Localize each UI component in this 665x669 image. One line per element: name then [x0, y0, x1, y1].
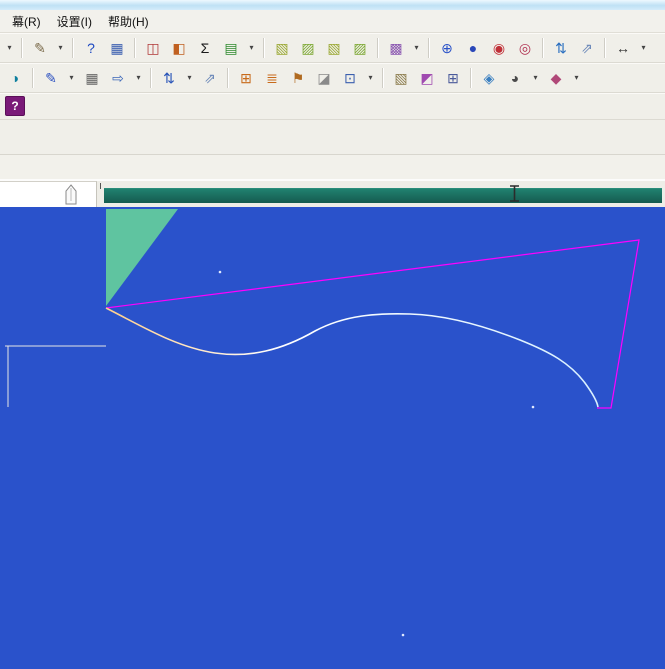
display-mode-dropdown[interactable]: ▾	[529, 66, 542, 90]
titlebar-sliver	[0, 0, 665, 10]
view-iso-icon[interactable]: ▧	[270, 36, 294, 60]
row-lines-icon[interactable]: ≣	[260, 66, 284, 90]
display-mode-icon[interactable]: ◕	[503, 66, 527, 90]
ruler-row	[0, 181, 665, 207]
view-side-icon[interactable]: ▧	[322, 36, 346, 60]
export-report-dropdown[interactable]: ▾	[245, 36, 258, 60]
menu-settings[interactable]: 设置(I)	[49, 10, 100, 33]
toolbar-row-2: ◑ ✎ ▾ ▦ ⇨ ▾ ⇅ ▾ ⇗ ⊞ ≣ ⚑ ◪ ⊡ ▾ ▧ ◩ ⊞ ◈ ◕ ▾ ◆ ▾	[0, 63, 665, 93]
render-shade-icon[interactable]: ◩	[415, 66, 439, 90]
format-brush-icon[interactable]: ✎	[28, 36, 52, 60]
toolbar-separator	[134, 37, 136, 58]
point-marker-3	[401, 633, 405, 637]
toolbar-separator	[150, 67, 152, 88]
snap-grid-icon[interactable]: ▦	[105, 36, 129, 60]
toolbar-separator	[227, 67, 229, 88]
toolbar-separator	[428, 37, 430, 58]
ruler-origin-tick	[100, 183, 101, 189]
shaded-sphere-icon[interactable]: ●	[461, 36, 485, 60]
context-help-icon[interactable]: ?	[79, 36, 103, 60]
move-diagonal-icon[interactable]: ⇗	[575, 36, 599, 60]
flag-marker-icon[interactable]: ⚑	[286, 66, 310, 90]
application-window: 幕(R) 设置(I) 帮助(H) ▾ ✎ ▾? ▦ ◫ ◧ Σ ▤ ▾ ▧ ▨ ▧ ▨ ▩ ▾ ⊕ ● ◉ ◎ ⇅ ⇗ ↔…	[0, 0, 665, 669]
fit-width-icon[interactable]: ↔	[611, 36, 635, 60]
toolbar-separator	[32, 67, 34, 88]
toolbar-separator	[21, 37, 23, 58]
sort-updown-dropdown[interactable]: ▾	[183, 66, 196, 90]
query-tool-icon[interactable]: ?	[5, 96, 25, 116]
menu-screen[interactable]: 幕(R)	[4, 10, 49, 33]
menubar: 幕(R) 设置(I) 帮助(H)	[0, 10, 665, 33]
draw-pen-dropdown[interactable]: ▾	[65, 66, 78, 90]
wireframe-globe-icon[interactable]: ⊕	[435, 36, 459, 60]
jump-diagonal-icon[interactable]: ⇗	[198, 66, 222, 90]
view-top-icon[interactable]: ▨	[348, 36, 372, 60]
drawing-canvas[interactable]	[0, 207, 665, 669]
sum-icon[interactable]: Σ	[193, 36, 217, 60]
canvas-background	[0, 207, 665, 669]
toolbar-separator	[382, 67, 384, 88]
toolbar-separator	[470, 67, 472, 88]
format-brush-dropdown[interactable]: ▾	[54, 36, 67, 60]
toolbar-overflow-dropdown[interactable]: ▾	[3, 36, 16, 60]
toolbar-row-3: ?	[0, 93, 665, 120]
material-sphere-icon[interactable]: ◉	[487, 36, 511, 60]
teal-band[interactable]	[104, 188, 662, 203]
send-to-dropdown[interactable]: ▾	[132, 66, 145, 90]
ruler[interactable]	[0, 181, 97, 207]
panel-strip	[0, 155, 665, 181]
solid-view-dropdown[interactable]: ▾	[410, 36, 423, 60]
histogram-icon[interactable]: ◫	[141, 36, 165, 60]
pane-grid-icon[interactable]: ⊞	[441, 66, 465, 90]
area-chart-icon[interactable]: ◧	[167, 36, 191, 60]
ink-bottle-icon[interactable]: ◆	[544, 66, 568, 90]
material-sphere-alt-icon[interactable]: ◎	[513, 36, 537, 60]
toolbar-separator	[72, 37, 74, 58]
solid-view-icon[interactable]: ▩	[384, 36, 408, 60]
toolbar-separator	[263, 37, 265, 58]
fit-width-dropdown[interactable]: ▾	[637, 36, 650, 60]
sort-updown-icon[interactable]: ⇅	[157, 66, 181, 90]
swap-vertical-icon[interactable]: ⇅	[549, 36, 573, 60]
layer-stack-icon[interactable]: ◈	[477, 66, 501, 90]
point-marker-2	[531, 405, 535, 409]
view-front-icon[interactable]: ▨	[296, 36, 320, 60]
table-grid-icon[interactable]: ⊞	[234, 66, 258, 90]
toolbar-options-dropdown[interactable]: ▾	[570, 66, 583, 90]
block-cube-icon[interactable]: ▧	[389, 66, 413, 90]
new-window-icon[interactable]: ⊡	[338, 66, 362, 90]
draw-pen-icon[interactable]: ✎	[39, 66, 63, 90]
export-report-icon[interactable]: ▤	[219, 36, 243, 60]
new-window-dropdown[interactable]: ▾	[364, 66, 377, 90]
toolbar-separator	[542, 37, 544, 58]
point-marker-1	[218, 270, 222, 274]
tile-grid-icon[interactable]: ▦	[80, 66, 104, 90]
panel-gap	[0, 120, 665, 155]
ruler-marker[interactable]	[64, 184, 78, 206]
send-to-icon[interactable]: ⇨	[106, 66, 130, 90]
eraser-icon[interactable]: ◪	[312, 66, 336, 90]
toolbar-separator	[604, 37, 606, 58]
fill-style-icon[interactable]: ◑	[3, 66, 27, 90]
menu-help[interactable]: 帮助(H)	[100, 10, 157, 33]
text-ibeam-cursor	[510, 185, 519, 202]
toolbar-row-1: ▾ ✎ ▾? ▦ ◫ ◧ Σ ▤ ▾ ▧ ▨ ▧ ▨ ▩ ▾ ⊕ ● ◉ ◎ ⇅ ⇗ ↔ ▾	[0, 33, 665, 63]
toolbar-separator	[377, 37, 379, 58]
